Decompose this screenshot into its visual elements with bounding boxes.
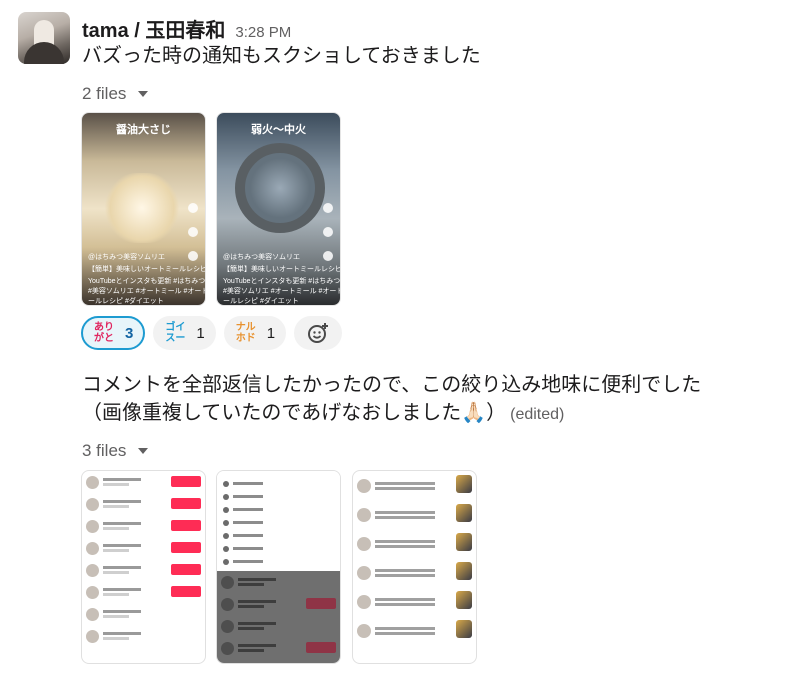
naruhodo-emoji-icon: ナル ホド — [231, 320, 261, 346]
reaction-count: 1 — [266, 324, 276, 342]
dimmed-list — [217, 571, 340, 663]
video-caption-line: YouTubeとインスタも更新 #はちみつ — [223, 278, 341, 285]
video-side-icons — [323, 203, 335, 261]
follow-button-shape — [171, 520, 201, 531]
video-caption-user: @はちみつ美容ソムリエ — [223, 254, 300, 261]
arigato-emoji-icon: あり がと — [89, 320, 119, 346]
video-caption-line: YouTubeとインスタも更新 #はちみつ — [88, 278, 206, 285]
follow-button-shape — [171, 564, 201, 575]
reactions-bar: あり がと 3 ゴイ スー 1 ナル ホド 1 — [81, 316, 343, 350]
food-image-highlight — [102, 173, 182, 243]
list-item — [353, 529, 476, 558]
reaction-naruhodo[interactable]: ナル ホド 1 — [223, 316, 287, 350]
video-caption-line: 【簡単】美味しいオートミールレシピ — [88, 266, 206, 273]
list-item — [353, 471, 476, 500]
image-attachment-2[interactable]: 弱火〜中火 @はちみつ美容ソムリエ 【簡単】美味しいオートミールレシピ YouT… — [216, 112, 341, 306]
follow-button-shape — [171, 542, 201, 553]
reaction-goisu[interactable]: ゴイ スー 1 — [153, 316, 216, 350]
edited-label: (edited) — [510, 406, 565, 423]
video-overlay-caption: 醤油大さじ — [116, 124, 171, 136]
files-toggle-2[interactable]: 3 files — [82, 441, 149, 461]
emoji-text: あり — [94, 322, 114, 333]
list-item — [82, 625, 205, 647]
video-caption-line: #美容ソムリエ #オートミール #オートミ — [223, 288, 341, 295]
message-line: コメントを全部返信したかったので、この絞り込み地味に便利でした — [82, 374, 702, 396]
share-icon — [323, 251, 333, 261]
follow-button-shape — [171, 586, 201, 597]
list-item — [82, 603, 205, 625]
list-item — [353, 616, 476, 645]
files-toggle[interactable]: 2 files — [82, 84, 149, 104]
emoji-text: ホド — [235, 333, 256, 344]
stove-burner-shape — [235, 143, 325, 233]
files-count-label: 2 files — [82, 84, 127, 103]
list-item — [82, 515, 205, 537]
list-item — [353, 500, 476, 529]
filter-menu — [217, 471, 340, 571]
add-reaction-button[interactable] — [294, 316, 343, 350]
goisu-emoji-icon: ゴイ スー — [160, 320, 190, 346]
image-attachment-3[interactable] — [81, 470, 206, 664]
list-item — [82, 471, 205, 493]
list-item — [82, 493, 205, 515]
video-side-icons — [188, 203, 200, 261]
video-caption-line: ールレシピ #ダイエット — [223, 298, 299, 305]
image-attachment-4[interactable] — [216, 470, 341, 664]
add-emoji-icon — [308, 323, 329, 343]
caret-down-icon — [138, 448, 149, 454]
list-item — [82, 537, 205, 559]
comment-icon — [188, 227, 198, 237]
avatar-figure-body — [24, 42, 64, 64]
image-attachment-5[interactable] — [352, 470, 477, 664]
comment-icon — [323, 227, 333, 237]
user-avatar[interactable] — [18, 12, 70, 64]
user-name[interactable]: tama / 玉田春和 — [82, 14, 225, 43]
follow-button-shape — [171, 476, 201, 487]
list-item — [353, 558, 476, 587]
emoji-text: スー — [165, 333, 186, 344]
emoji-text: がと — [94, 333, 114, 344]
message-text: バズった時の通知もスクショしておきました — [82, 45, 481, 67]
video-caption-line: #美容ソムリエ #オートミール #オートミ — [88, 288, 206, 295]
list-item — [82, 559, 205, 581]
reaction-arigato[interactable]: あり がと 3 — [81, 316, 146, 350]
message-header: tama / 玉田春和 3:28 PM — [82, 14, 291, 43]
follow-button-shape — [171, 498, 201, 509]
heart-icon — [188, 203, 198, 213]
video-overlay-caption: 弱火〜中火 — [251, 124, 306, 136]
video-caption-line: ールレシピ #ダイエット — [88, 298, 164, 305]
video-caption-user: @はちみつ美容ソムリエ — [88, 254, 165, 261]
list-item — [353, 587, 476, 616]
list-item — [82, 581, 205, 603]
message-text-2: コメントを全部返信したかったので、この絞り込み地味に便利でした （画像重複してい… — [82, 371, 782, 429]
image-attachment-1[interactable]: 醤油大さじ @はちみつ美容ソムリエ 【簡単】美味しいオートミールレシピ YouT… — [81, 112, 206, 306]
reaction-count: 1 — [196, 324, 205, 342]
message-timestamp[interactable]: 3:28 PM — [235, 24, 291, 41]
message-line: （画像重複していたのであげなおしました🙏🏻） — [82, 402, 507, 424]
files-count-label: 3 files — [82, 441, 127, 460]
emoji-text: ナル — [235, 322, 256, 333]
heart-icon — [323, 203, 333, 213]
reaction-count: 3 — [125, 324, 134, 342]
caret-down-icon — [138, 91, 149, 97]
message-line-with-edited: （画像重複していたのであげなおしました🙏🏻） (edited) — [82, 399, 782, 429]
share-icon — [188, 251, 198, 261]
video-caption-line: 【簡単】美味しいオートミールレシピ — [223, 266, 341, 273]
emoji-text: ゴイ — [165, 322, 186, 333]
